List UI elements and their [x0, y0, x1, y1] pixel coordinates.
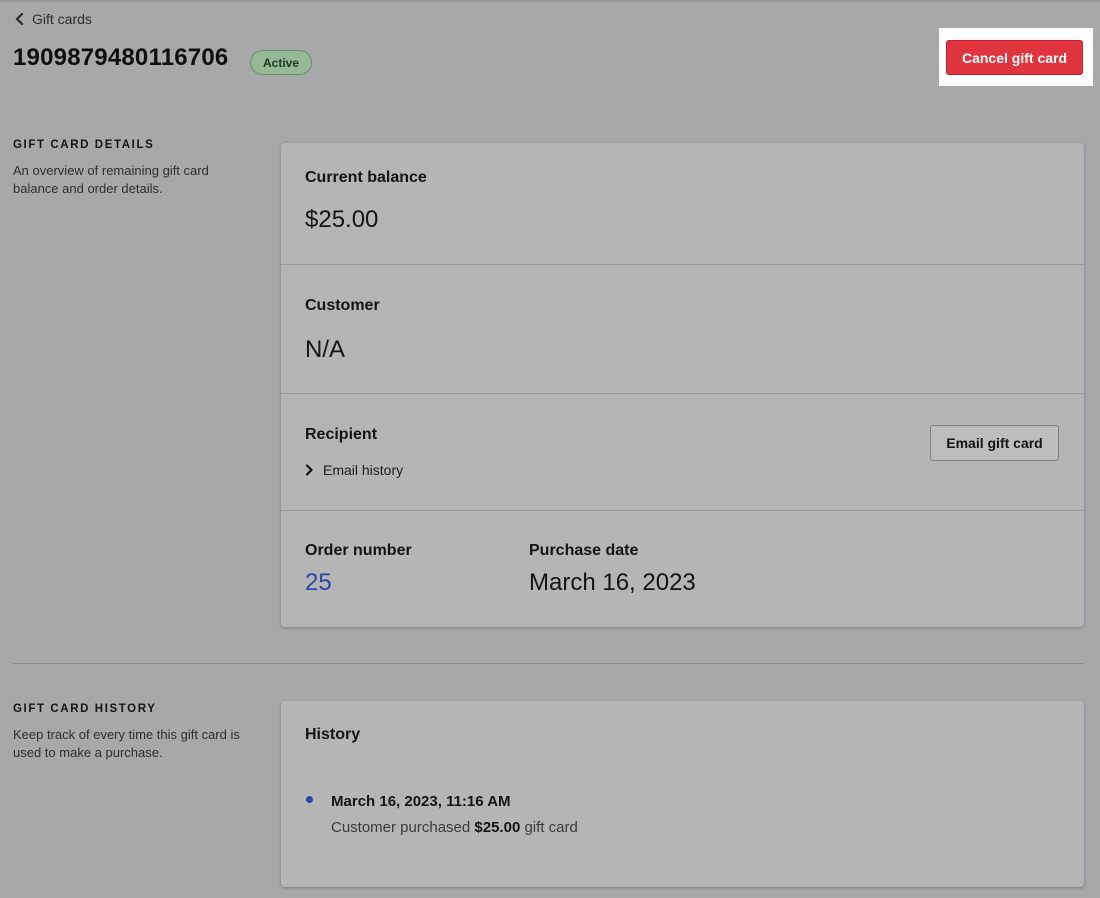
order-number-link[interactable]: 25 [305, 569, 332, 597]
order-number-label: Order number [305, 542, 412, 559]
order-section: Order number 25 Purchase date March 16, … [281, 511, 1084, 627]
email-history-toggle[interactable]: Email history [305, 462, 403, 478]
customer-value: N/A [305, 336, 346, 363]
balance-value: $25.00 [305, 206, 379, 233]
status-badge: Active [250, 50, 313, 75]
gift-card-history-card: History March 16, 2023, 11:16 AM Custome… [281, 701, 1084, 887]
balance-section: Current balance $25.00 [281, 143, 1084, 264]
page-title: 1909879480116706 [13, 44, 229, 71]
email-gift-card-button[interactable]: Email gift card [930, 425, 1059, 461]
breadcrumb-label: Gift cards [32, 11, 92, 27]
purchase-date-label: Purchase date [529, 542, 639, 559]
customer-label: Customer [305, 297, 380, 314]
history-section-description: Keep track of every time this gift card … [13, 727, 240, 760]
history-entry-description: Customer purchased $25.00 gift card [331, 819, 578, 836]
history-entry-date: March 16, 2023, 11:16 AM [331, 793, 511, 810]
balance-label: Current balance [305, 169, 427, 186]
breadcrumb-back-link[interactable]: Gift cards [15, 11, 92, 27]
customer-section: Customer N/A [281, 265, 1084, 393]
recipient-label: Recipient [305, 426, 378, 443]
history-entry-text: gift card [524, 819, 578, 836]
details-section-heading: GIFT CARD DETAILS [13, 139, 155, 151]
history-title: History [305, 726, 361, 743]
details-section-description: An overview of remaining gift card balan… [13, 163, 209, 196]
history-section-heading: GIFT CARD HISTORY [13, 703, 157, 715]
recipient-section: Recipient Email history Email gift card [281, 394, 1084, 510]
email-history-label: Email history [323, 462, 404, 478]
purchase-date-value: March 16, 2023 [529, 569, 696, 596]
gift-card-details-card: Current balance $25.00 Customer N/A Reci… [281, 143, 1084, 627]
cancel-gift-card-button[interactable]: Cancel gift card [946, 40, 1083, 75]
chevron-left-icon [15, 13, 24, 25]
history-entry-amount: $25.00 [474, 819, 521, 836]
history-entry-text: Customer purchased [331, 819, 471, 836]
chevron-right-icon [305, 464, 313, 476]
section-divider [13, 663, 1084, 664]
top-shadow [0, 0, 1100, 3]
timeline-dot [306, 796, 313, 803]
